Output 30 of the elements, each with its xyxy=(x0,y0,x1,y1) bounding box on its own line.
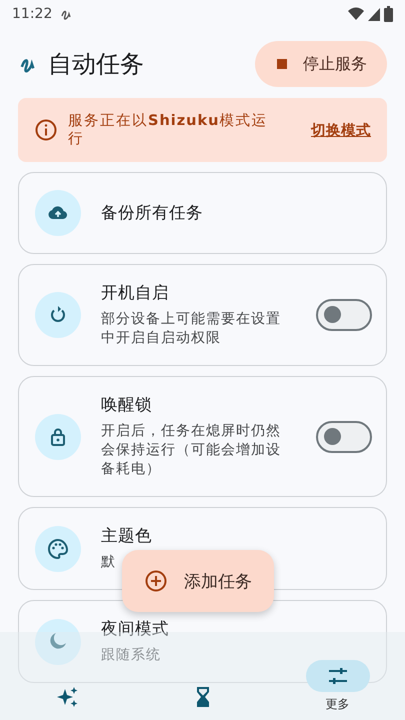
setting-card[interactable]: 开机自启 部分设备上可能需要在设置中开启自启动权限 xyxy=(18,264,387,366)
setting-card[interactable]: 备份所有任务 xyxy=(18,172,387,254)
info-icon xyxy=(34,118,58,142)
add-icon xyxy=(144,569,168,593)
banner-message: 服务正在以Shizuku模式运行 xyxy=(68,112,268,148)
setting-title: 开机自启 xyxy=(101,282,170,304)
stop-service-button[interactable]: 停止服务 xyxy=(255,41,387,87)
palette-glyph-icon xyxy=(46,536,70,560)
setting-title: 唤醒锁 xyxy=(101,394,153,416)
status-time: 11:22 xyxy=(12,6,52,22)
sparkles-icon xyxy=(56,685,80,709)
wifi-icon xyxy=(348,7,364,21)
setting-card[interactable]: 夜间模式 跟随系统 xyxy=(18,600,387,683)
setting-description: 跟随系统 xyxy=(101,646,162,665)
toggle-switch[interactable] xyxy=(316,420,372,452)
setting-title: 夜间模式 xyxy=(101,618,170,640)
toggle-switch[interactable] xyxy=(316,299,372,331)
stop-icon xyxy=(277,59,287,69)
setting-title: 备份所有任务 xyxy=(101,202,204,224)
nav-label: 更多 xyxy=(326,696,350,713)
setting-description: 部分设备上可能需要在设置中开启自启动权限 xyxy=(101,310,282,348)
setting-card[interactable]: 唤醒锁 开启后，任务在熄屏时仍然会保持运行（可能会增加设备耗电） xyxy=(18,376,387,497)
add-task-button[interactable]: 添加任务 xyxy=(122,550,274,612)
setting-description: 默 xyxy=(101,553,117,572)
app-title: 自动任务 xyxy=(48,49,144,80)
signal-icon xyxy=(368,8,380,20)
switch-mode-link[interactable]: 切换模式 xyxy=(311,120,371,140)
setting-description: 开启后，任务在熄屏时仍然会保持运行（可能会增加设备耗电） xyxy=(101,422,282,479)
battery-icon xyxy=(384,6,393,22)
setting-title: 主题色 xyxy=(101,525,153,547)
